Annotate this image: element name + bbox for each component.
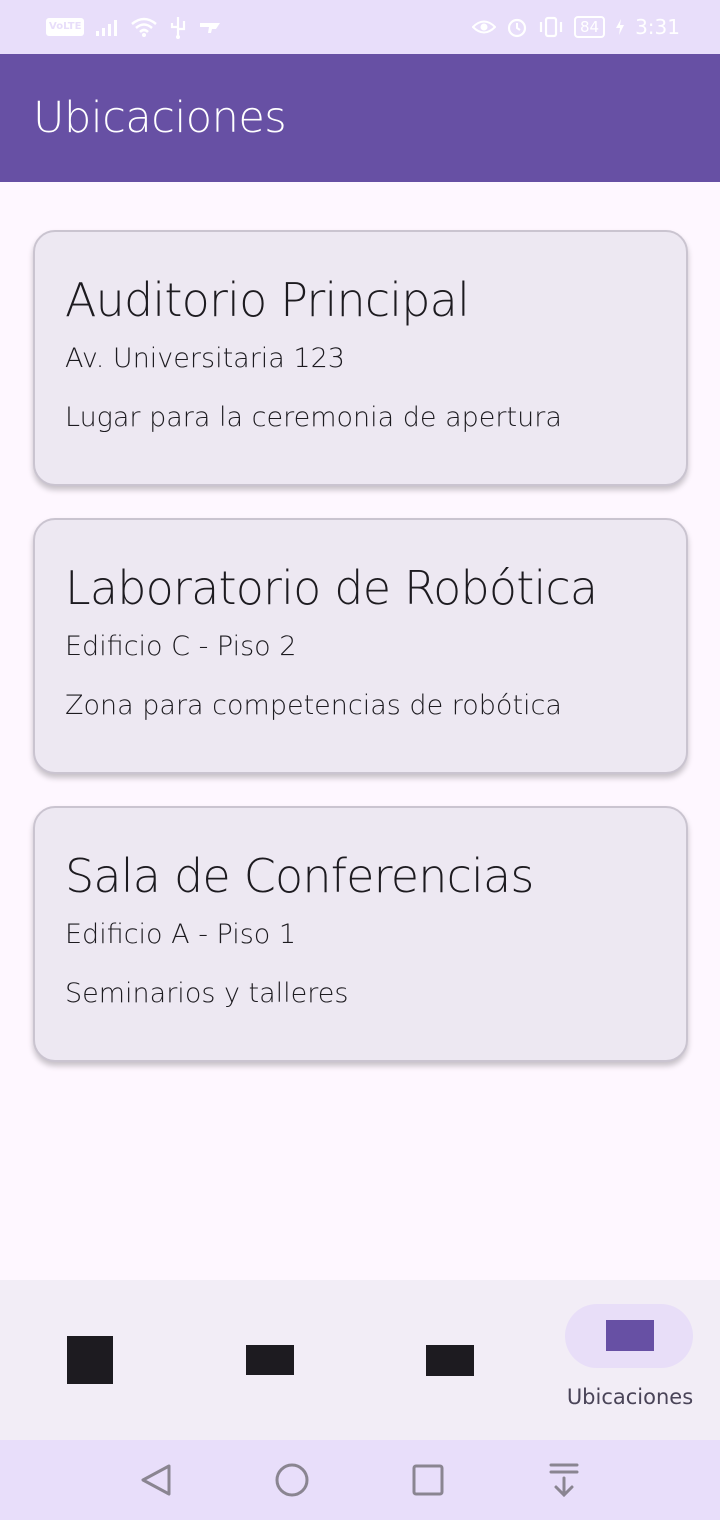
page-title: Ubicaciones — [33, 93, 287, 143]
location-list: Auditorio Principal Av. Universitaria 12… — [33, 230, 688, 1094]
recents-button[interactable] — [388, 1440, 468, 1520]
notification-pull-button[interactable] — [524, 1440, 604, 1520]
back-icon — [141, 1464, 171, 1496]
eye-comfort-icon — [471, 20, 496, 34]
location-address: Edificio A - Piso 1 — [65, 919, 297, 950]
battery-icon: 84 — [573, 16, 606, 38]
signal-icon — [96, 20, 118, 36]
notification-pull-icon — [549, 1463, 579, 1498]
wifi-icon — [131, 17, 158, 37]
volte-icon: VoLTE — [46, 18, 85, 36]
status-bar: VoLTE 84 3:31 — [0, 0, 720, 54]
location-address: Av. Universitaria 123 — [65, 343, 345, 374]
back-button[interactable] — [116, 1440, 196, 1520]
recents-icon — [412, 1464, 444, 1496]
location-name: Auditorio Principal — [65, 273, 470, 327]
home-button[interactable] — [252, 1440, 332, 1520]
status-bar-left: VoLTE — [46, 15, 222, 39]
charging-icon — [616, 19, 625, 35]
location-card[interactable]: Auditorio Principal Av. Universitaria 12… — [33, 230, 688, 486]
location-name: Laboratorio de Robótica — [65, 561, 598, 615]
usb-icon — [171, 17, 186, 39]
home-icon — [275, 1463, 309, 1497]
placeholder-square-icon — [67, 1336, 113, 1384]
location-card[interactable]: Sala de Conferencias Edificio A - Piso 1… — [33, 806, 688, 1062]
placeholder-rect-icon — [246, 1345, 294, 1375]
placeholder-rect-icon — [426, 1345, 474, 1376]
location-description: Lugar para la ceremonia de apertura — [65, 402, 562, 433]
location-address: Edificio C - Piso 2 — [65, 631, 297, 662]
location-description: Seminarios y talleres — [65, 978, 349, 1009]
location-name: Sala de Conferencias — [65, 849, 534, 903]
vibrate-icon — [539, 16, 563, 38]
clock: 3:31 — [635, 15, 680, 39]
location-card[interactable]: Laboratorio de Robótica Edificio C - Pis… — [33, 518, 688, 774]
nav-item-2[interactable] — [180, 1280, 360, 1440]
status-bar-right: 84 3:31 — [471, 15, 680, 39]
nav-item-1[interactable] — [0, 1280, 180, 1440]
nav-item-label: Ubicaciones — [566, 1385, 694, 1409]
placeholder-rect-icon — [606, 1320, 654, 1351]
location-description: Zona para competencias de robótica — [65, 690, 562, 721]
alarm-icon — [507, 18, 527, 38]
system-navigation-bar — [0, 1440, 720, 1520]
nav-item-3[interactable] — [360, 1280, 540, 1440]
notification-app-icon — [200, 23, 221, 33]
app-bar: Ubicaciones — [0, 54, 720, 182]
bottom-navigation: Ubicaciones — [0, 1280, 720, 1440]
